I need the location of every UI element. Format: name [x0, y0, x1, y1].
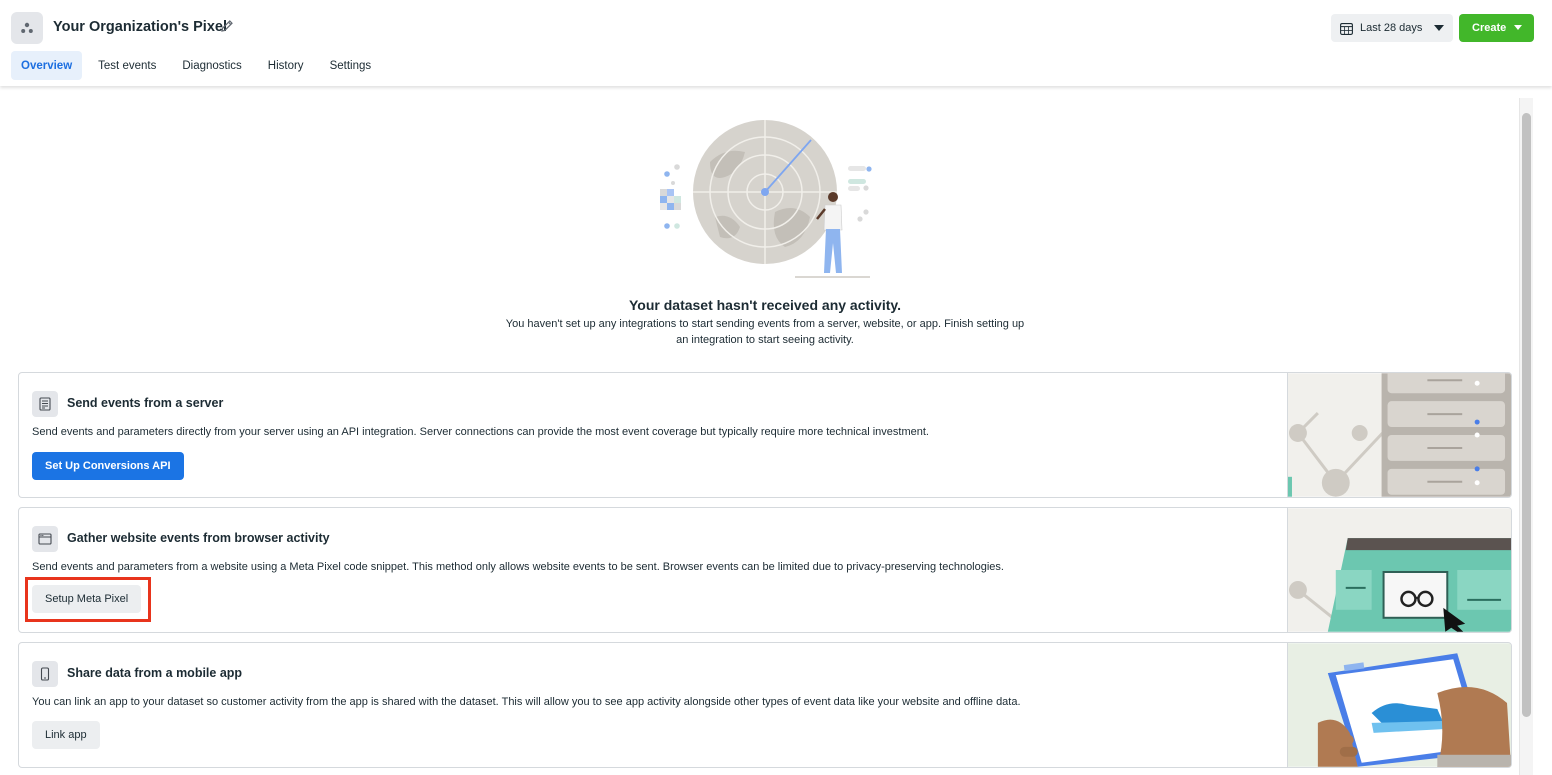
tab-settings[interactable]: Settings [320, 51, 382, 80]
card-description: Send events and parameters directly from… [32, 426, 929, 438]
server-card: Send events from a server Send events an… [18, 372, 1512, 498]
empty-state-description: You haven't set up any integrations to s… [505, 318, 1025, 346]
tab-overview[interactable]: Overview [11, 51, 83, 80]
empty-state-title: Your dataset hasn't received any activit… [628, 297, 902, 313]
setup-conversions-api-button[interactable]: Set Up Conversions API [32, 452, 184, 480]
create-label: Create [1472, 22, 1507, 34]
caret-down-icon [1434, 25, 1444, 31]
card-description: You can link an app to your dataset so c… [32, 696, 1021, 708]
pixel-icon [11, 12, 43, 44]
tab-test-events[interactable]: Test events [88, 51, 166, 80]
radar-illustration [660, 120, 872, 278]
card-title: Share data from a mobile app [67, 666, 243, 680]
calendar-icon [1340, 22, 1353, 35]
mobile-phone-icon [32, 661, 58, 687]
browser-window-icon [32, 526, 58, 552]
mobile-app-card: Share data from a mobile app You can lin… [18, 642, 1512, 768]
tab-history[interactable]: History [258, 51, 314, 80]
highlight-box [25, 577, 151, 622]
scrollbar-thumb[interactable] [1522, 113, 1531, 717]
server-icon [32, 391, 58, 417]
card-description: Send events and parameters from a websit… [32, 561, 1004, 573]
page-header: Your Organization's Pixel Overview Test … [0, 0, 1552, 86]
phone-in-hand-illustration [1287, 643, 1511, 767]
tab-diagnostics[interactable]: Diagnostics [172, 51, 251, 80]
link-app-button[interactable]: Link app [32, 721, 100, 749]
date-range-label: Last 28 days [1360, 22, 1423, 34]
caret-down-icon [1514, 25, 1522, 30]
pencil-icon[interactable] [219, 18, 235, 34]
page-title: Your Organization's Pixel [53, 19, 227, 35]
card-title: Send events from a server [67, 396, 224, 410]
tab-bar: Overview Test events Diagnostics History… [11, 51, 387, 80]
create-button[interactable]: Create [1459, 14, 1534, 42]
date-range-dropdown[interactable]: Last 28 days [1331, 14, 1453, 42]
browser-glasses-illustration [1287, 508, 1511, 632]
browser-card: Gather website events from browser activ… [18, 507, 1512, 633]
server-rack-illustration [1287, 373, 1511, 497]
card-title: Gather website events from browser activ… [67, 531, 330, 545]
